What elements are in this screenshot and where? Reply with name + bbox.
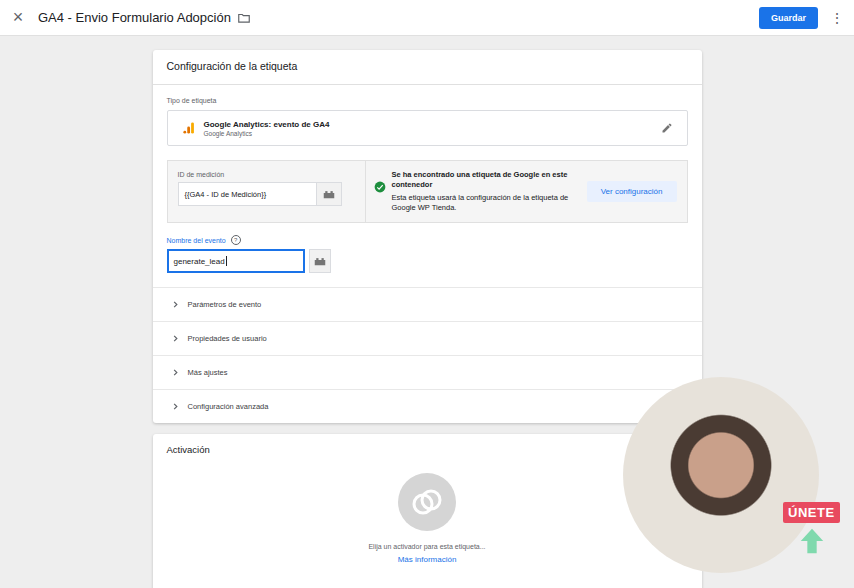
top-bar: × GA4 - Envio Formulario Adopción Guardar ⋮: [0, 0, 854, 36]
view-config-button[interactable]: Ver configuración: [587, 181, 677, 202]
more-menu-button[interactable]: ⋮: [830, 10, 844, 26]
tag-title[interactable]: GA4 - Envio Formulario Adopción: [38, 10, 231, 25]
measurement-panel: ID de medición {{GA4 - ID de Medición}} Se…: [167, 160, 688, 223]
more-info-link[interactable]: Más información: [398, 555, 457, 564]
tag-type-label: Tipo de etiqueta: [167, 97, 688, 104]
expandable-section[interactable]: Parámetros de evento: [153, 287, 702, 321]
measurement-id-label: ID de medición: [178, 171, 355, 178]
chevron-icon: [171, 402, 180, 411]
help-icon[interactable]: ?: [231, 235, 241, 245]
variable-icon: [314, 257, 326, 266]
webcam-video: [623, 377, 819, 573]
tag-config-card: Configuración de la etiqueta Tipo de etiq…: [153, 50, 702, 423]
variable-icon: [323, 190, 335, 199]
trigger-empty-text: Elija un activador para esta etiqueta...: [368, 543, 485, 550]
chevron-icon: [171, 300, 180, 309]
join-badge[interactable]: ÚNETE: [783, 502, 840, 523]
expandable-section[interactable]: Configuración avanzada: [153, 389, 702, 423]
tag-type-name: Google Analytics: evento de GA4: [204, 120, 653, 129]
folder-icon[interactable]: [237, 11, 251, 25]
card-heading: Configuración de la etiqueta: [153, 50, 702, 85]
chevron-icon: [171, 334, 180, 343]
event-name-label: Nombre del evento: [167, 237, 226, 244]
google-tag-notice: Se ha encontrado una etiqueta de Google …: [366, 161, 687, 222]
notice-body: Esta etiqueta usará la configuración de …: [392, 193, 581, 214]
arrow-up-icon: [798, 527, 826, 555]
tag-editor: × GA4 - Envio Formulario Adopción Guardar ⋮…: [0, 0, 854, 588]
event-name-input[interactable]: generate_lead: [167, 249, 305, 273]
triggering-heading: Activación: [153, 434, 702, 465]
tag-type-vendor: Google Analytics: [204, 130, 653, 137]
triggering-card[interactable]: Activación Elija un activador para esta e…: [153, 434, 702, 588]
measurement-id-input[interactable]: {{GA4 - ID de Medición}}: [178, 182, 317, 206]
notice-title: Se ha encontrado una etiqueta de Google …: [392, 170, 581, 191]
tag-type-box[interactable]: Google Analytics: evento de GA4Google An…: [167, 110, 688, 146]
google-analytics-icon: [182, 121, 196, 135]
expandable-section[interactable]: Propiedades de usuario: [153, 321, 702, 355]
variable-picker-button[interactable]: [317, 182, 342, 206]
check-icon: [374, 181, 386, 193]
chevron-icon: [171, 368, 180, 377]
variable-picker-button[interactable]: [309, 249, 331, 273]
close-button[interactable]: ×: [8, 7, 28, 28]
edit-icon[interactable]: [661, 122, 673, 134]
expandable-section[interactable]: Más ajustes: [153, 355, 702, 389]
save-button[interactable]: Guardar: [759, 7, 818, 29]
trigger-icon[interactable]: [398, 473, 456, 531]
